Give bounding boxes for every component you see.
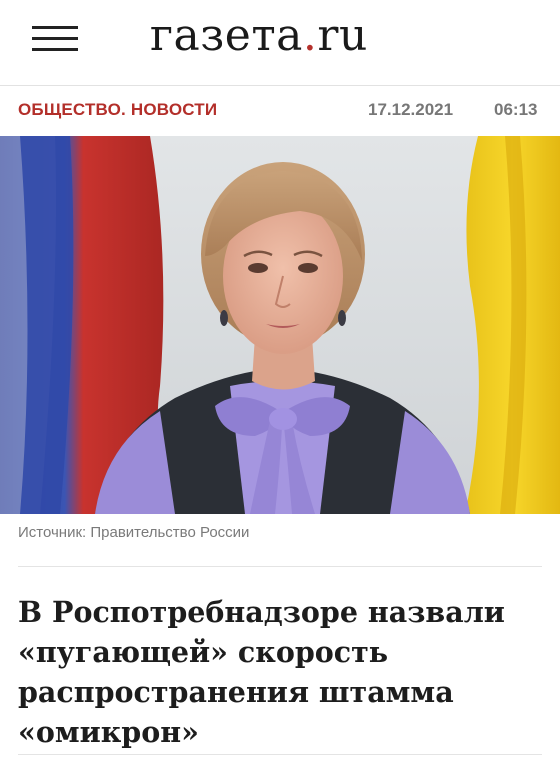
divider — [18, 754, 542, 755]
article-headline: В Роспотребнадзоре назвали «пугающей» ск… — [18, 595, 505, 749]
menu-bar — [32, 48, 78, 51]
site-logo[interactable]: газета.ru — [150, 10, 368, 61]
site-header: газета.ru — [0, 0, 560, 86]
publish-time: 06:13 — [494, 100, 538, 119]
logo-main: газета — [150, 10, 303, 61]
article-photo[interactable] — [0, 136, 560, 514]
publish-date: 17.12.2021 — [368, 100, 454, 119]
hamburger-menu-icon[interactable] — [32, 24, 78, 54]
logo-tld: ru — [317, 10, 368, 61]
menu-bar — [32, 26, 78, 29]
divider — [18, 566, 542, 567]
menu-bar — [32, 37, 78, 40]
photo-illustration — [0, 136, 560, 514]
article-meta: ОБЩЕСТВО. НОВОСТИ 17.12.2021 06:13 — [0, 87, 560, 133]
photo-caption: Источник: Правительство России — [18, 524, 250, 541]
logo-dot: . — [302, 10, 318, 61]
rubric-link[interactable]: ОБЩЕСТВО. НОВОСТИ — [18, 100, 217, 120]
